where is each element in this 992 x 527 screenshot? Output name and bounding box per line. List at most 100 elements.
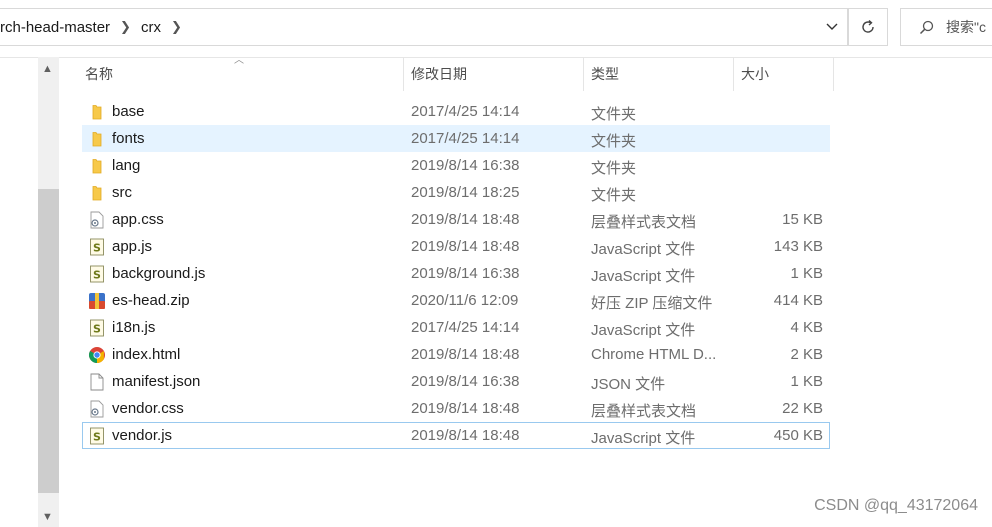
navigation-pane-scrollbar[interactable]: ▲ ▼ bbox=[38, 57, 59, 527]
file-row[interactable]: vendor.css 2019/8/14 18:48 层叠样式表文档 22 KB bbox=[82, 395, 830, 422]
search-icon bbox=[919, 20, 934, 35]
search-input[interactable]: 搜索"c bbox=[900, 8, 992, 46]
breadcrumb-item-current[interactable]: crx bbox=[137, 19, 165, 36]
svg-text:S: S bbox=[93, 269, 101, 282]
svg-text:S: S bbox=[93, 431, 101, 444]
css-file-icon bbox=[88, 211, 106, 229]
file-type: JavaScript 文件 bbox=[591, 268, 696, 285]
file-row[interactable]: manifest.json 2019/8/14 16:38 JSON 文件 1 … bbox=[82, 368, 830, 395]
file-size: 22 KB bbox=[782, 400, 823, 417]
file-type: 文件夹 bbox=[591, 106, 637, 123]
chrome-icon bbox=[88, 346, 106, 364]
file-row[interactable]: index.html 2019/8/14 18:48 Chrome HTML D… bbox=[82, 341, 830, 368]
file-row[interactable]: S background.js 2019/8/14 16:38 JavaScri… bbox=[82, 260, 830, 287]
file-row[interactable]: fonts 2017/4/25 14:14 文件夹 bbox=[82, 125, 830, 152]
file-date: 2019/8/14 16:38 bbox=[411, 265, 520, 282]
breadcrumb[interactable]: rch-head-master ❯ crx ❯ bbox=[0, 8, 848, 46]
file-row[interactable]: src 2019/8/14 18:25 文件夹 bbox=[82, 179, 830, 206]
file-row[interactable]: app.css 2019/8/14 18:48 层叠样式表文档 15 KB bbox=[82, 206, 830, 233]
file-name: base bbox=[112, 103, 145, 120]
column-header-size[interactable]: 大小 bbox=[734, 57, 834, 91]
file-size: 2 KB bbox=[790, 346, 823, 363]
file-date: 2020/11/6 12:09 bbox=[411, 292, 519, 309]
column-header-date[interactable]: 修改日期 bbox=[404, 57, 584, 91]
file-row[interactable]: es-head.zip 2020/11/6 12:09 好压 ZIP 压缩文件 … bbox=[82, 287, 830, 314]
file-list: base 2017/4/25 14:14 文件夹 fonts 2017/4/25… bbox=[82, 98, 830, 449]
file-row[interactable]: base 2017/4/25 14:14 文件夹 bbox=[82, 98, 830, 125]
file-date: 2019/8/14 18:48 bbox=[411, 238, 520, 255]
file-type: 文件夹 bbox=[591, 187, 637, 204]
column-header-name-label: 名称 bbox=[85, 66, 113, 82]
file-name: background.js bbox=[112, 265, 206, 282]
breadcrumb-item-parent[interactable]: rch-head-master bbox=[0, 19, 114, 36]
file-type: JavaScript 文件 bbox=[591, 430, 696, 447]
file-date: 2017/4/25 14:14 bbox=[411, 319, 520, 336]
file-date: 2019/8/14 18:25 bbox=[411, 184, 520, 201]
file-date: 2019/8/14 18:48 bbox=[411, 211, 520, 228]
watermark: CSDN @qq_43172064 bbox=[814, 497, 978, 514]
file-size: 143 KB bbox=[773, 238, 823, 255]
file-type: 层叠样式表文档 bbox=[591, 214, 697, 231]
file-name: i18n.js bbox=[112, 319, 156, 336]
refresh-button[interactable] bbox=[848, 8, 888, 46]
file-date: 2019/8/14 16:38 bbox=[411, 157, 520, 174]
file-size: 1 KB bbox=[790, 265, 823, 282]
address-dropdown-button[interactable] bbox=[817, 9, 847, 45]
js-file-icon: S bbox=[88, 319, 106, 337]
chevron-down-icon bbox=[826, 23, 838, 30]
css-file-icon bbox=[88, 400, 106, 418]
scrollbar-thumb[interactable] bbox=[38, 189, 59, 493]
search-placeholder: 搜索"c bbox=[946, 19, 986, 35]
file-name: index.html bbox=[112, 346, 181, 363]
file-size: 450 KB bbox=[773, 427, 823, 444]
js-file-icon: S bbox=[88, 238, 106, 256]
scroll-down-arrow-icon[interactable]: ▼ bbox=[42, 511, 53, 523]
file-name: app.css bbox=[112, 211, 164, 228]
file-name: manifest.json bbox=[112, 373, 201, 390]
file-size: 414 KB bbox=[773, 292, 823, 309]
file-type: JSON 文件 bbox=[591, 376, 666, 393]
column-header-date-label: 修改日期 bbox=[411, 66, 467, 82]
blank-file-icon bbox=[88, 373, 106, 391]
zip-file-icon bbox=[88, 292, 106, 310]
refresh-icon bbox=[862, 19, 874, 33]
file-name: lang bbox=[112, 157, 141, 174]
folder-icon bbox=[88, 184, 106, 202]
file-size: 15 KB bbox=[782, 211, 823, 228]
scroll-up-arrow-icon[interactable]: ▲ bbox=[42, 63, 53, 75]
file-date: 2017/4/25 14:14 bbox=[411, 130, 520, 147]
chevron-right-icon[interactable]: ❯ bbox=[114, 19, 137, 35]
file-row[interactable]: S i18n.js 2017/4/25 14:14 JavaScript 文件 … bbox=[82, 314, 830, 341]
file-date: 2017/4/25 14:14 bbox=[411, 103, 520, 120]
file-size: 4 KB bbox=[790, 319, 823, 336]
file-name: src bbox=[112, 184, 132, 201]
file-type: 文件夹 bbox=[591, 160, 637, 177]
svg-text:S: S bbox=[93, 323, 101, 336]
column-header-type-label: 类型 bbox=[591, 66, 619, 82]
file-date: 2019/8/14 18:48 bbox=[411, 346, 520, 363]
column-header-type[interactable]: 类型 bbox=[584, 57, 734, 91]
js-file-icon: S bbox=[88, 427, 106, 445]
chevron-right-icon[interactable]: ❯ bbox=[165, 19, 188, 35]
js-file-icon: S bbox=[88, 265, 106, 283]
file-type: JavaScript 文件 bbox=[591, 241, 696, 258]
file-size: 1 KB bbox=[790, 373, 823, 390]
file-date: 2019/8/14 18:48 bbox=[411, 400, 520, 417]
file-date: 2019/8/14 18:48 bbox=[411, 427, 520, 444]
file-row[interactable]: S vendor.js 2019/8/14 18:48 JavaScript 文… bbox=[82, 422, 830, 449]
file-type: JavaScript 文件 bbox=[591, 322, 696, 339]
folder-icon bbox=[88, 130, 106, 148]
file-date: 2019/8/14 16:38 bbox=[411, 373, 520, 390]
file-name: vendor.js bbox=[112, 427, 173, 444]
file-name: vendor.css bbox=[112, 400, 184, 417]
file-row[interactable]: lang 2019/8/14 16:38 文件夹 bbox=[82, 152, 830, 179]
folder-icon bbox=[88, 157, 106, 175]
file-row[interactable]: S app.js 2019/8/14 18:48 JavaScript 文件 1… bbox=[82, 233, 830, 260]
file-type: 好压 ZIP 压缩文件 bbox=[591, 295, 713, 312]
file-name: app.js bbox=[112, 238, 153, 255]
address-bar: rch-head-master ❯ crx ❯ 搜索"c bbox=[0, 0, 992, 58]
file-name: es-head.zip bbox=[112, 292, 190, 309]
column-headers: ︿ 名称 修改日期 类型 大小 bbox=[78, 55, 838, 91]
file-type: 文件夹 bbox=[591, 133, 637, 150]
column-header-name[interactable]: 名称 bbox=[78, 57, 404, 91]
